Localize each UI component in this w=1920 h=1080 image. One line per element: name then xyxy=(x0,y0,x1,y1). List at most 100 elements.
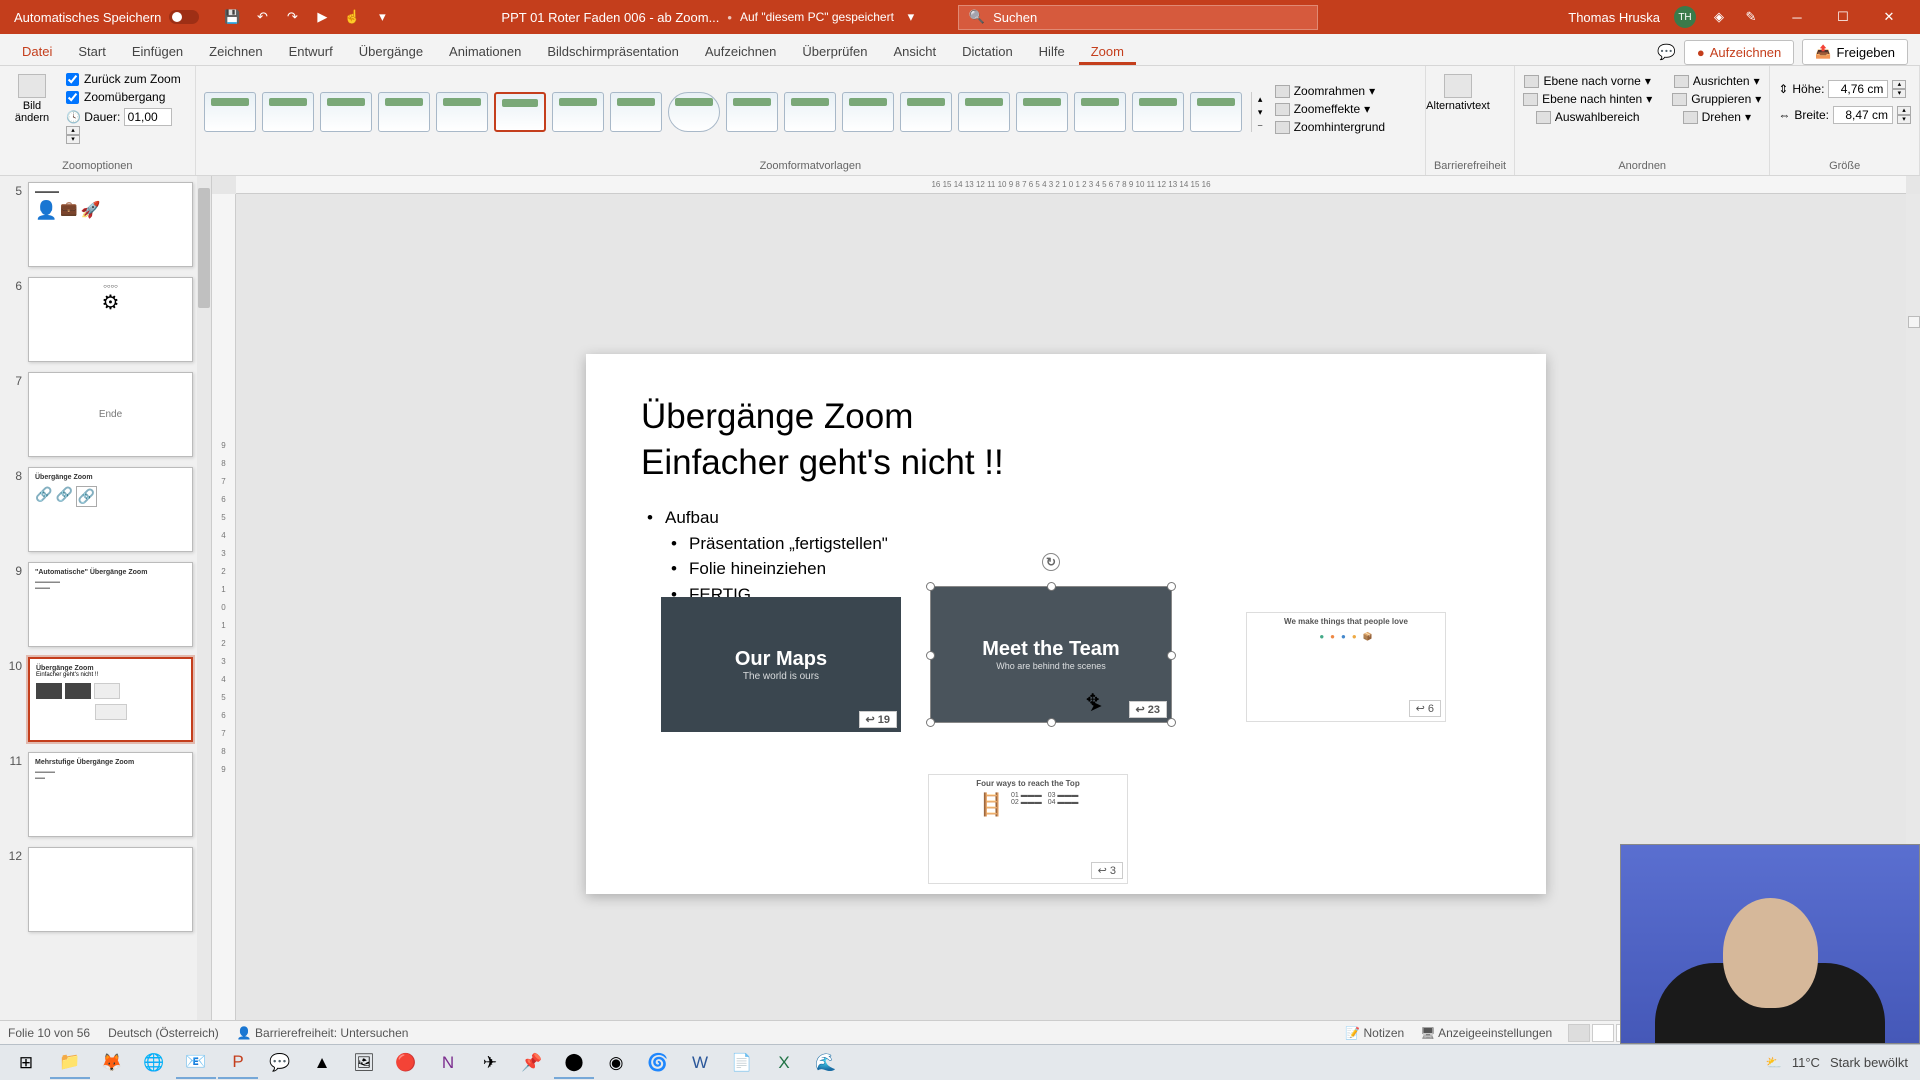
taskbar-app-1[interactable]: 💬 xyxy=(260,1047,300,1079)
taskbar-telegram[interactable]: ✈ xyxy=(470,1047,510,1079)
align-button[interactable]: Ausrichten▾ xyxy=(1674,74,1760,88)
zoom-embed-meet-team[interactable]: Meet the Team Who are behind the scenes … xyxy=(931,587,1171,722)
normal-view-button[interactable] xyxy=(1568,1024,1590,1042)
style-preset-2[interactable] xyxy=(262,92,314,132)
current-slide[interactable]: Übergänge Zoom Einfacher geht's nicht !!… xyxy=(586,354,1546,894)
redo-icon[interactable]: ↷ xyxy=(283,8,301,26)
slide-counter[interactable]: Folie 10 von 56 xyxy=(8,1026,90,1040)
style-preset-8[interactable] xyxy=(610,92,662,132)
weather-text[interactable]: Stark bewölkt xyxy=(1830,1055,1908,1070)
rotate-handle[interactable]: ↻ xyxy=(1042,553,1060,571)
notes-button[interactable]: 📝 Notizen xyxy=(1345,1026,1404,1040)
qat-more-icon[interactable]: ▾ xyxy=(373,8,391,26)
tab-slideshow[interactable]: Bildschirmpräsentation xyxy=(535,38,691,65)
tab-help[interactable]: Hilfe xyxy=(1027,38,1077,65)
width-field[interactable]: ⇔ Breite: ▴▾ xyxy=(1778,106,1911,124)
taskbar-app-5[interactable]: ◉ xyxy=(596,1047,636,1079)
thumbnail-8[interactable]: 8 Übergänge Zoom🔗🔗🔗 xyxy=(4,467,193,552)
duration-field[interactable]: 🕓 Dauer: ▴▾ xyxy=(66,108,181,144)
ribbon-display-icon[interactable]: ✎ xyxy=(1742,8,1760,26)
tab-file[interactable]: Datei xyxy=(10,38,64,65)
taskbar-app-4[interactable]: 📌 xyxy=(512,1047,552,1079)
zoom-embed-things[interactable]: We make things that people love ●●●●📦 ↩ … xyxy=(1246,612,1446,722)
start-button[interactable]: ⊞ xyxy=(4,1047,48,1079)
send-backward-button[interactable]: Ebene nach hinten▾ xyxy=(1523,92,1652,106)
display-settings-button[interactable]: 🖥 Anzeigeeinstellungen xyxy=(1420,1026,1552,1040)
style-preset-4[interactable] xyxy=(378,92,430,132)
taskbar-app-2[interactable]: 🖼 xyxy=(344,1047,384,1079)
style-preset-12[interactable] xyxy=(842,92,894,132)
style-preset-6[interactable] xyxy=(494,92,546,132)
alt-text-button[interactable]: Alternativtext xyxy=(1434,70,1482,116)
style-preset-7[interactable] xyxy=(552,92,604,132)
autosave-toggle[interactable] xyxy=(169,10,199,24)
taskbar-app-6[interactable]: 🌀 xyxy=(638,1047,678,1079)
coming-soon-icon[interactable]: ◈ xyxy=(1710,8,1728,26)
style-preset-18[interactable] xyxy=(1190,92,1242,132)
tab-zoom[interactable]: Zoom xyxy=(1079,38,1136,65)
thumbnail-scrollbar[interactable] xyxy=(197,176,211,1020)
taskbar-edge[interactable]: 🌊 xyxy=(806,1047,846,1079)
style-preset-13[interactable] xyxy=(900,92,952,132)
style-preset-1[interactable] xyxy=(204,92,256,132)
taskbar-word[interactable]: W xyxy=(680,1047,720,1079)
gallery-more-button[interactable]: ▴▾⎯ xyxy=(1251,92,1269,132)
touch-mode-icon[interactable]: ☝ xyxy=(343,8,361,26)
chevron-down-icon[interactable]: ▾ xyxy=(902,8,920,26)
undo-icon[interactable]: ↶ xyxy=(253,8,271,26)
save-icon[interactable]: 💾 xyxy=(223,8,241,26)
taskbar-vlc[interactable]: ▲ xyxy=(302,1047,342,1079)
thumbnail-6[interactable]: 6 ○○○○⚙ xyxy=(4,277,193,362)
style-preset-11[interactable] xyxy=(784,92,836,132)
taskbar-app-7[interactable]: 📄 xyxy=(722,1047,762,1079)
style-preset-14[interactable] xyxy=(958,92,1010,132)
tab-dictation[interactable]: Dictation xyxy=(950,38,1025,65)
taskbar-firefox[interactable]: 🦊 xyxy=(92,1047,132,1079)
taskbar-chrome[interactable]: 🌐 xyxy=(134,1047,174,1079)
thumbnail-7[interactable]: 7 Ende xyxy=(4,372,193,457)
tab-transitions[interactable]: Übergänge xyxy=(347,38,435,65)
zoom-embed-four-ways[interactable]: Four ways to reach the Top 🪜 01 ▬▬▬02 ▬▬… xyxy=(928,774,1128,884)
tab-draw[interactable]: Zeichnen xyxy=(197,38,274,65)
tab-animations[interactable]: Animationen xyxy=(437,38,533,65)
style-preset-10[interactable] xyxy=(726,92,778,132)
zoom-embed-our-maps[interactable]: Our Maps The world is ours ↩ 19 xyxy=(661,597,901,732)
thumbnail-5[interactable]: 5 ▬▬▬▬👤💼🚀 xyxy=(4,182,193,267)
taskbar-excel[interactable]: X xyxy=(764,1047,804,1079)
taskbar-powerpoint[interactable]: P xyxy=(218,1047,258,1079)
share-button[interactable]: 📤Freigeben xyxy=(1802,39,1908,65)
taskbar-explorer[interactable]: 📁 xyxy=(50,1047,90,1079)
minimize-button[interactable]: ─ xyxy=(1774,0,1820,34)
weather-icon[interactable]: ⛅ xyxy=(1766,1055,1782,1071)
style-preset-3[interactable] xyxy=(320,92,372,132)
start-from-beginning-icon[interactable]: ▶ xyxy=(313,8,331,26)
taskbar-app-3[interactable]: 🔴 xyxy=(386,1047,426,1079)
taskbar-outlook[interactable]: 📧 xyxy=(176,1047,216,1079)
tab-home[interactable]: Start xyxy=(66,38,117,65)
tab-insert[interactable]: Einfügen xyxy=(120,38,195,65)
taskbar-onenote[interactable]: N xyxy=(428,1047,468,1079)
accessibility-status[interactable]: 👤 Barrierefreiheit: Untersuchen xyxy=(237,1026,409,1040)
tab-record[interactable]: Aufzeichnen xyxy=(693,38,789,65)
zoom-transition-checkbox[interactable]: Zoomübergang xyxy=(66,90,181,104)
style-preset-15[interactable] xyxy=(1016,92,1068,132)
zoom-background-button[interactable]: Zoomhintergrund xyxy=(1275,120,1385,134)
selection-pane-button[interactable]: Auswahlbereich xyxy=(1536,110,1640,124)
back-to-zoom-checkbox[interactable]: Zurück zum Zoom xyxy=(66,72,181,86)
thumbnail-9[interactable]: 9 "Automatische" Übergänge Zoom▬▬▬▬▬▬▬▬ xyxy=(4,562,193,647)
close-button[interactable]: ✕ xyxy=(1866,0,1912,34)
zoom-frame-button[interactable]: Zoomrahmen▾ xyxy=(1275,84,1385,98)
editor-scroll-indicator[interactable] xyxy=(1908,316,1920,328)
style-preset-5[interactable] xyxy=(436,92,488,132)
zoom-style-gallery[interactable]: ▴▾⎯ xyxy=(204,84,1269,132)
user-avatar[interactable]: TH xyxy=(1674,6,1696,28)
group-button[interactable]: Gruppieren▾ xyxy=(1672,92,1761,106)
weather-temp[interactable]: 11°C xyxy=(1792,1055,1820,1070)
search-box[interactable]: 🔍 Suchen xyxy=(958,5,1318,30)
tab-review[interactable]: Überprüfen xyxy=(790,38,879,65)
tab-view[interactable]: Ansicht xyxy=(881,38,948,65)
thumbnail-10[interactable]: 10 Übergänge ZoomEinfacher geht's nicht … xyxy=(4,657,193,742)
thumbnail-11[interactable]: 11 Mehrstufige Übergänge Zoom▬▬▬▬▬▬ xyxy=(4,752,193,837)
sorter-view-button[interactable] xyxy=(1592,1024,1614,1042)
tab-design[interactable]: Entwurf xyxy=(277,38,345,65)
